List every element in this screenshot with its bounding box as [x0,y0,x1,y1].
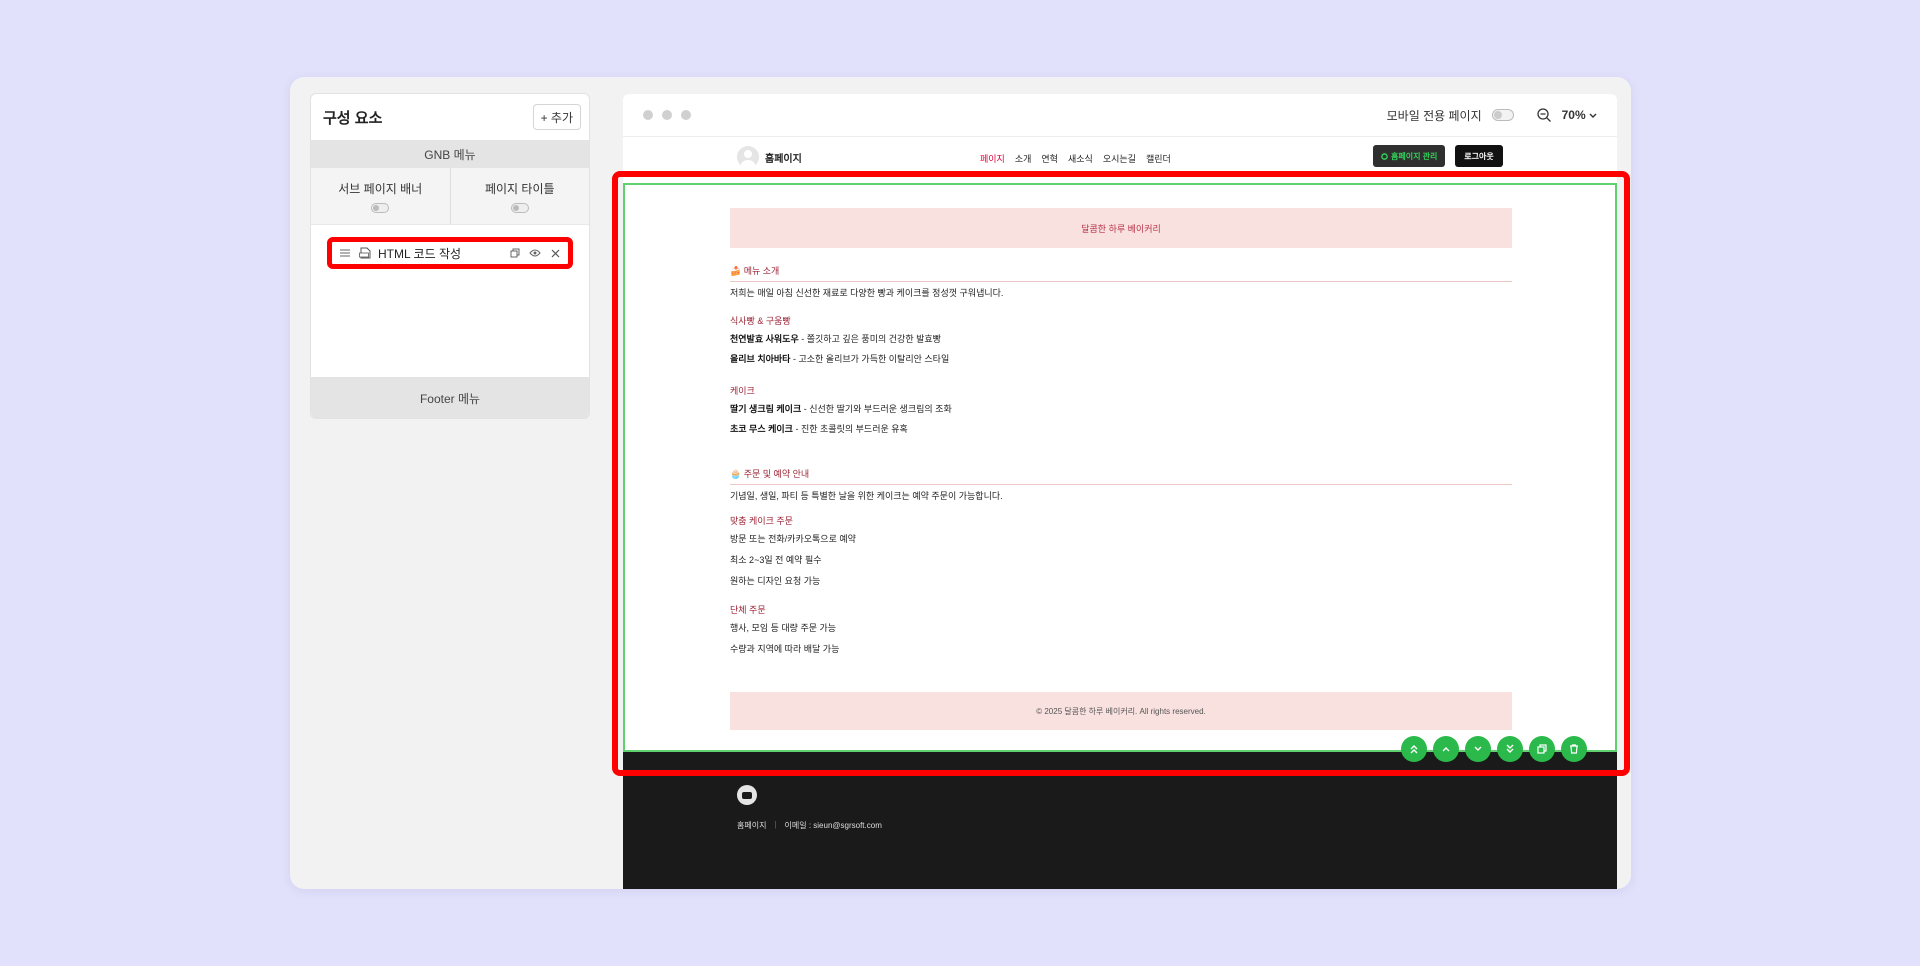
bread-item: 올리브 치아바타 - 고소한 올리브가 가득한 이탈리안 스타일 [730,352,1512,365]
homepage-admin-label: 홈페이지 관리 [1391,151,1438,161]
footer-divider: | [774,820,777,829]
cake-desc: - 진한 초콜릿의 부드러운 유혹 [792,424,908,434]
html-code-block[interactable]: 달콤한 하루 베이커리 🍰 메뉴 소개 저희는 매일 아침 신선한 재료로 다양… [623,183,1617,752]
order-section: 🧁 주문 및 예약 안내 기념일, 생일, 파티 등 특별한 날을 위한 케이크… [730,467,1512,655]
nav-item[interactable]: 소개 [1015,152,1032,165]
duplicate-button[interactable] [1529,736,1555,762]
move-to-bottom-button[interactable] [1497,736,1523,762]
bread-name: 올리브 치아바타 [730,354,791,364]
cake-item: 초코 무스 케이크 - 진한 초콜릿의 부드러운 유혹 [730,422,1512,435]
nav-item[interactable]: 오시는길 [1103,152,1136,165]
homepage-admin-button[interactable]: 홈페이지 관리 [1373,145,1446,167]
list-item: 수량과 지역에 따라 배달 가능 [730,644,840,654]
editor-app: 구성 요소 + 추가 GNB 메뉴 서브 페이지 배너 페이지 타이틀 HTML… [290,77,1631,889]
footer-email: 이메일 : sieun@sgrsoft.com [784,821,882,830]
logout-button[interactable]: 로그아웃 [1455,145,1503,167]
component-list: HTML 코드 작성 [311,225,589,377]
move-down-button[interactable] [1465,736,1491,762]
double-chevron-up-icon [1410,745,1418,754]
chevron-down-icon [1589,113,1597,118]
list-item: 원하는 디자인 요청 가능 [730,576,821,586]
menu-section-title: 🍰 메뉴 소개 [730,264,1512,282]
group-order-title: 단체 주문 [730,605,766,615]
sub-banner-option: 서브 페이지 배너 [311,168,450,224]
copy-icon [1537,744,1547,754]
site-footer: 홈페이지 | 이메일 : sieun@sgrsoft.com [623,752,1617,889]
bakery-banner: 달콤한 하루 베이커리 [730,208,1512,248]
order-section-title: 🧁 주문 및 예약 안내 [730,467,1512,485]
sub-banner-label: 서브 페이지 배너 [338,181,423,196]
components-panel: 구성 요소 + 추가 GNB 메뉴 서브 페이지 배너 페이지 타이틀 HTML… [310,93,590,419]
bread-title: 식사빵 & 구움빵 [730,316,791,326]
window-dot [662,110,672,120]
bread-name: 천연발효 사워도우 [730,334,799,344]
cake-name: 초코 무스 케이크 [730,424,793,434]
footer-home: 홈페이지 [737,821,767,830]
nav-item[interactable]: 페이지 [980,152,1005,165]
move-up-button[interactable] [1433,736,1459,762]
list-item: 행사, 모임 등 대량 주문 가능 [730,623,837,633]
nav-item[interactable]: 연혁 [1041,152,1058,165]
page-title-option: 페이지 타이틀 [449,168,590,224]
eye-icon[interactable] [528,246,542,260]
gnb-menu-section[interactable]: GNB 메뉴 [311,140,589,168]
bread-desc: - 고소한 올리브가 가득한 이탈리안 스타일 [790,354,950,364]
menu-section: 🍰 메뉴 소개 저희는 매일 아침 신선한 재료로 다양한 빵과 케이크를 정성… [730,264,1512,435]
block-controls [1401,736,1587,762]
component-label: HTML 코드 작성 [378,246,462,261]
avatar [737,146,759,168]
delete-button[interactable] [1561,736,1587,762]
page-title-label: 페이지 타이틀 [484,181,555,196]
bread-item: 천연발효 사워도우 - 쫄깃하고 깊은 풍미의 건강한 발효빵 [730,332,1512,345]
gear-icon [1381,152,1388,160]
zoom-out-icon[interactable] [1536,107,1552,123]
nav-item[interactable]: 새소식 [1068,152,1093,165]
panel-header: 구성 요소 + 추가 [311,94,589,140]
window-dots [643,110,691,120]
site-header: 홈페이지 페이지 소개 연혁 새소식 오시는길 캘린더 홈페이지 관리 로그아웃 [623,138,1617,175]
panel-title: 구성 요소 [323,109,383,127]
list-item: 최소 2~3일 전 예약 필수 [730,555,822,565]
site-nav: 페이지 소개 연혁 새소식 오시는길 캘린더 [980,152,1171,165]
order-intro: 기념일, 생일, 파티 등 특별한 날을 위한 케이크는 예약 주문이 가능합니… [730,491,1003,501]
trash-icon [1570,744,1578,754]
component-item-html[interactable]: HTML 코드 작성 [327,237,573,269]
cake-title: 케이크 [730,386,755,396]
footer-info: 홈페이지 | 이메일 : sieun@sgrsoft.com [737,820,882,831]
site-logo-text: 홈페이지 [765,153,802,165]
double-chevron-down-icon [1506,744,1514,753]
window-dot [643,110,653,120]
copyright-bar: © 2025 달콤한 하루 베이커리. All rights reserved. [730,692,1512,730]
add-component-button[interactable]: + 추가 [532,104,581,130]
preview-toolbar: 모바일 전용 페이지 70% [623,94,1617,137]
zoom-value: 70% [1561,108,1586,122]
page-preview: 모바일 전용 페이지 70% 홈페이지 페이지 소개 연혁 새소식 오시는길 캘… [623,94,1617,889]
site-logo[interactable]: 홈페이지 [737,146,802,168]
cake-item: 딸기 생크림 케이크 - 신선한 딸기와 부드러운 생크림의 조화 [730,402,1512,415]
drag-handle-icon[interactable] [338,246,352,260]
nav-item[interactable]: 캘린더 [1146,152,1171,165]
zoom-select[interactable]: 70% [1562,108,1597,122]
mobile-only-label: 모바일 전용 페이지 [1386,108,1482,123]
page-title-toggle[interactable] [510,202,529,213]
sub-banner-toggle[interactable] [371,202,390,213]
mobile-only-toggle[interactable] [1491,109,1514,121]
footer-logo-icon [737,785,757,805]
list-item: 방문 또는 전화/카카오톡으로 예약 [730,534,856,544]
window-dot [681,110,691,120]
header-options: 서브 페이지 배너 페이지 타이틀 [311,168,589,225]
close-icon[interactable] [548,246,562,260]
cake-name: 딸기 생크림 케이크 [730,404,802,414]
chevron-down-icon [1474,746,1482,751]
bread-desc: - 쫄깃하고 깊은 풍미의 건강한 발효빵 [798,334,941,344]
copy-icon[interactable] [508,246,522,260]
move-to-top-button[interactable] [1401,736,1427,762]
chevron-up-icon [1442,747,1450,752]
footer-menu-section[interactable]: Footer 메뉴 [311,377,589,418]
cake-desc: - 신선한 딸기와 부드러운 생크림의 조화 [801,404,952,414]
html-file-icon [358,246,372,260]
menu-intro: 저희는 매일 아침 신선한 재료로 다양한 빵과 케이크를 정성껏 구워냅니다. [730,288,1004,298]
preview-controls: 모바일 전용 페이지 70% [1387,107,1597,124]
custom-order-title: 맞춤 케이크 주문 [730,516,793,526]
